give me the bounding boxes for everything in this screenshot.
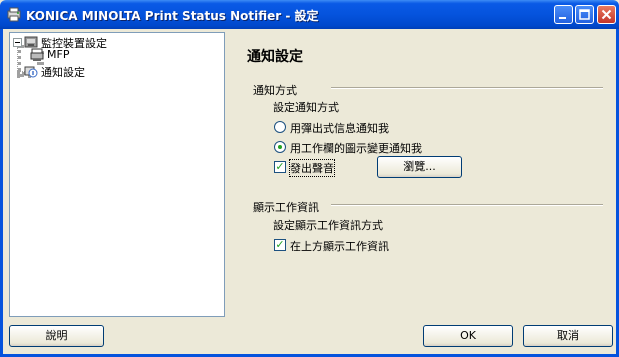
maximize-button[interactable] — [575, 5, 594, 24]
minimize-button[interactable] — [554, 5, 573, 24]
ok-button[interactable]: OK — [423, 325, 513, 347]
window-title: KONICA MINOLTA Print Status Notifier - 設… — [26, 9, 319, 23]
help-button[interactable]: 說明 — [9, 325, 104, 347]
job-info-sub-label: 設定顯示工作資訊方式 — [273, 219, 383, 232]
notification-settings-icon — [24, 66, 38, 78]
notify-method-group-label: 通知方式 — [253, 84, 297, 97]
maximize-icon — [579, 9, 590, 20]
group-divider — [331, 204, 603, 206]
tree-collapse-toggle[interactable] — [13, 38, 22, 47]
tree-item-label: MFP — [47, 48, 70, 61]
tree-item-label: 通知設定 — [41, 66, 85, 79]
printer-status-icon — [7, 7, 21, 22]
close-icon — [601, 9, 612, 20]
group-divider — [331, 87, 603, 89]
panel-title: 通知設定 — [247, 49, 303, 65]
popup-message-label[interactable]: 用彈出式信息通知我 — [290, 120, 389, 136]
show-on-top-checkbox[interactable]: ✓ — [274, 239, 286, 251]
window-titlebar[interactable]: KONICA MINOLTA Print Status Notifier - 設… — [0, 0, 619, 29]
settings-panel: 通知設定 通知方式 設定通知方式 用彈出式信息通知我 用工作欄的圖示變更通知我 … — [227, 32, 613, 317]
popup-message-radio[interactable] — [274, 121, 286, 133]
settings-tree[interactable]: 監控裝置設定 MFP 通知設定 — [9, 32, 225, 317]
browse-button[interactable]: 瀏覽... — [377, 156, 462, 178]
show-on-top-label[interactable]: 在上方顯示工作資訊 — [290, 238, 389, 254]
mfp-device-icon — [30, 48, 44, 61]
taskbar-icon-label[interactable]: 用工作欄的圖示變更通知我 — [290, 140, 422, 156]
cancel-button[interactable]: 取消 — [523, 325, 613, 347]
taskbar-icon-radio[interactable] — [274, 141, 286, 153]
close-button[interactable] — [597, 5, 616, 24]
sound-label[interactable]: 發出聲音 — [289, 159, 335, 177]
sound-checkbox[interactable]: ✓ — [274, 161, 286, 173]
job-info-group-label: 顯示工作資訊 — [253, 201, 319, 214]
minimize-icon — [559, 17, 566, 19]
device-folder-icon — [24, 36, 38, 48]
notify-method-sub-label: 設定通知方式 — [273, 101, 339, 114]
minus-icon — [15, 42, 20, 43]
dialog-body: 監控裝置設定 MFP 通知設定 通知設定 通知方式 設定通知方式 用彈出式信息通… — [0, 29, 619, 357]
